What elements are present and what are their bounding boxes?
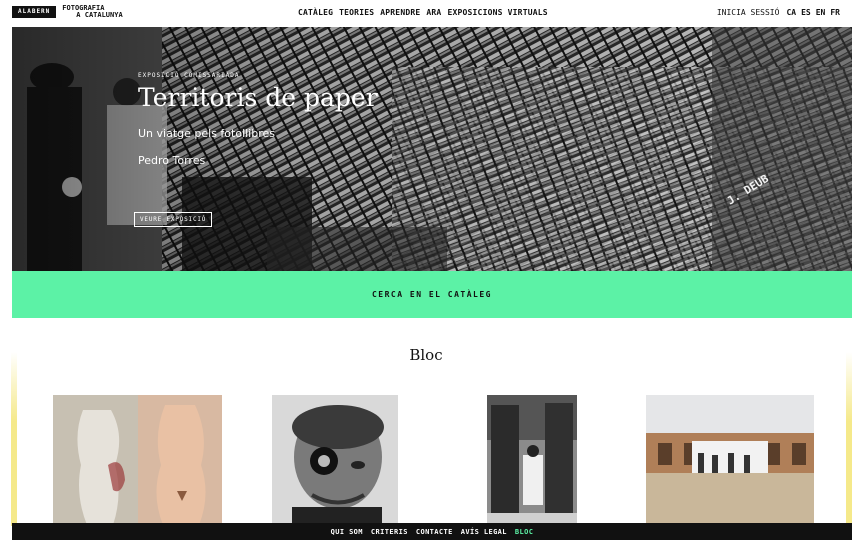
left-accent-bar bbox=[11, 352, 17, 526]
site-logo[interactable]: ALABERN FOTOGRAFIA A CATALUNYA bbox=[12, 5, 123, 19]
lang-fr[interactable]: FR bbox=[830, 8, 840, 17]
hero-kicker: EXPOSICIÓ COMISSARIADA bbox=[138, 72, 240, 79]
footer-link-avis-legal[interactable]: AVÍS LEGAL bbox=[461, 528, 507, 536]
footer-link-bloc[interactable]: BLOC bbox=[515, 528, 533, 536]
blog-card-image-4[interactable] bbox=[646, 395, 814, 525]
hero-author: Pedro Torres bbox=[138, 154, 206, 167]
logo-box: ALABERN bbox=[12, 6, 57, 18]
nav-item-ara[interactable]: ARA bbox=[426, 8, 441, 17]
main-nav: CATÀLEG TEORIES APRENDRE ARA EXPOSICIONS… bbox=[298, 8, 548, 17]
blog-card-image-2[interactable] bbox=[272, 395, 398, 525]
top-header: ALABERN FOTOGRAFIA A CATALUNYA CATÀLEG T… bbox=[0, 0, 852, 26]
logo-text: FOTOGRAFIA A CATALUNYA bbox=[62, 5, 122, 19]
footer-bar: QUI SOM CRITERIS CONTACTE AVÍS LEGAL BLO… bbox=[12, 523, 852, 540]
blog-section-title: Bloc bbox=[409, 346, 443, 364]
blog-photo-4 bbox=[646, 395, 814, 525]
footer-link-qui-som[interactable]: QUI SOM bbox=[331, 528, 363, 536]
hero-text: EXPOSICIÓ COMISSARIADA Territoris de pap… bbox=[138, 72, 378, 167]
lang-es[interactable]: ES bbox=[801, 8, 811, 17]
footer-link-criteris[interactable]: CRITERIS bbox=[371, 528, 408, 536]
catalog-search-band[interactable]: CERCA EN EL CATÀLEG bbox=[12, 271, 852, 318]
hero-subtitle: Un viatge pels fotollibres bbox=[138, 127, 275, 140]
account-language-nav: INICIA SESSIÓ CA ES EN FR bbox=[717, 8, 840, 17]
nav-item-exposicions-virtuals[interactable]: EXPOSICIONS VIRTUALS bbox=[447, 8, 547, 17]
blog-card-image-3[interactable] bbox=[487, 395, 577, 525]
hero-title: Territoris de paper bbox=[138, 83, 378, 112]
right-accent-bar bbox=[846, 352, 852, 526]
blog-photo-2 bbox=[272, 395, 398, 525]
view-exhibition-button[interactable]: VEURE EXPOSICIÓ bbox=[134, 212, 213, 227]
nav-item-cataleg[interactable]: CATÀLEG bbox=[298, 8, 333, 17]
lang-en[interactable]: EN bbox=[816, 8, 826, 17]
logo-line-2: A CATALUNYA bbox=[76, 11, 123, 19]
nav-item-aprendre[interactable]: APRENDRE bbox=[380, 8, 420, 17]
nav-item-teories[interactable]: TEORIES bbox=[339, 8, 374, 17]
login-link[interactable]: INICIA SESSIÓ bbox=[717, 8, 780, 17]
blog-card-image-1[interactable] bbox=[53, 395, 222, 525]
blog-photo-1 bbox=[53, 395, 222, 525]
hero-banner: J. DEUB EXPOSICIÓ COMISSARIADA Territori… bbox=[12, 27, 852, 271]
lang-ca[interactable]: CA bbox=[786, 8, 796, 17]
blog-photo-3 bbox=[487, 395, 577, 525]
catalog-search-label: CERCA EN EL CATÀLEG bbox=[371, 290, 492, 299]
footer-link-contacte[interactable]: CONTACTE bbox=[416, 528, 453, 536]
